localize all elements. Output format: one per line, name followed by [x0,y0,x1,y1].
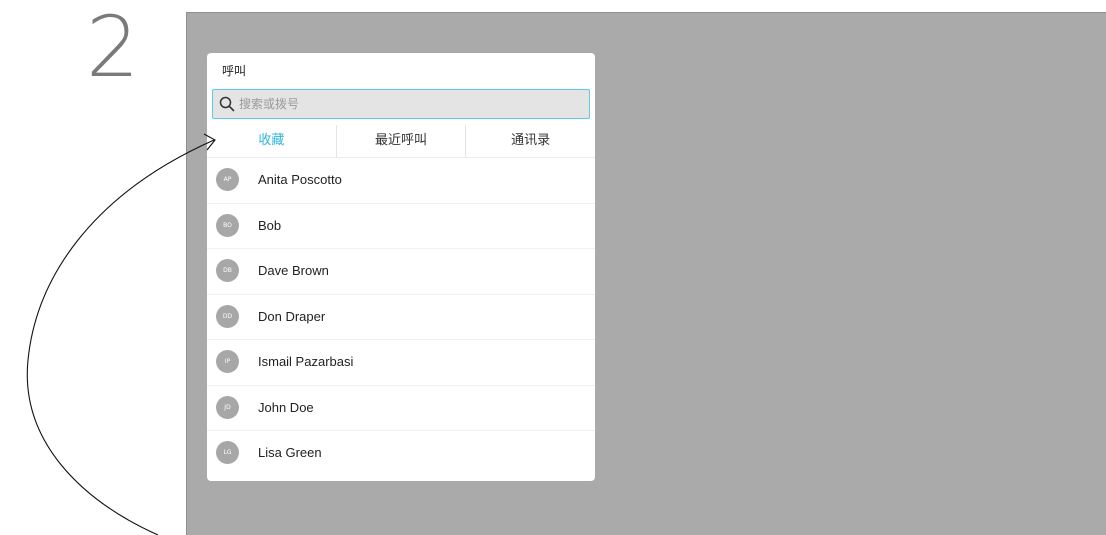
contact-name: Lisa Green [258,445,322,460]
tab-favorites[interactable]: 收藏 [207,125,336,157]
avatar: DD [216,304,239,328]
avatar: BO [216,213,239,237]
call-panel: 呼叫 收藏 最近呼叫 通讯录 AP Anita Poscotto BO Bob … [207,53,595,481]
search-box[interactable] [212,89,590,119]
contact-name: Dave Brown [258,263,329,278]
tab-recent-calls[interactable]: 最近呼叫 [335,125,466,157]
contact-row[interactable]: IP Ismail Pazarbasi [207,340,595,386]
panel-title: 呼叫 [222,64,247,78]
contact-row[interactable]: JD John Doe [207,386,595,431]
contact-name: John Doe [258,399,314,415]
avatar: IP [216,350,239,373]
avatar: LG [216,441,239,464]
contact-row[interactable]: AP Anita Poscotto [207,158,595,204]
contact-list: AP Anita Poscotto BO Bob DB Dave Brown D… [207,158,595,476]
contact-name: Anita Poscotto [258,172,342,187]
contact-row[interactable]: DB Dave Brown [207,249,595,295]
search-icon [219,96,235,112]
contact-name: Ismail Pazarbasi [258,354,354,369]
contact-row[interactable]: BO Bob [207,204,595,249]
contact-name: Bob [258,217,282,233]
search-input[interactable] [239,90,579,117]
contact-row[interactable]: DD Don Draper [207,295,595,340]
step-number: 2 [86,0,139,96]
contact-row[interactable]: LG Lisa Green [207,431,595,476]
avatar: JD [216,395,239,419]
avatar: AP [216,168,239,191]
tab-directory[interactable]: 通讯录 [465,125,595,157]
avatar: DB [216,259,239,282]
tab-bar: 收藏 最近呼叫 通讯录 [207,125,595,158]
contact-name: Don Draper [258,308,326,324]
